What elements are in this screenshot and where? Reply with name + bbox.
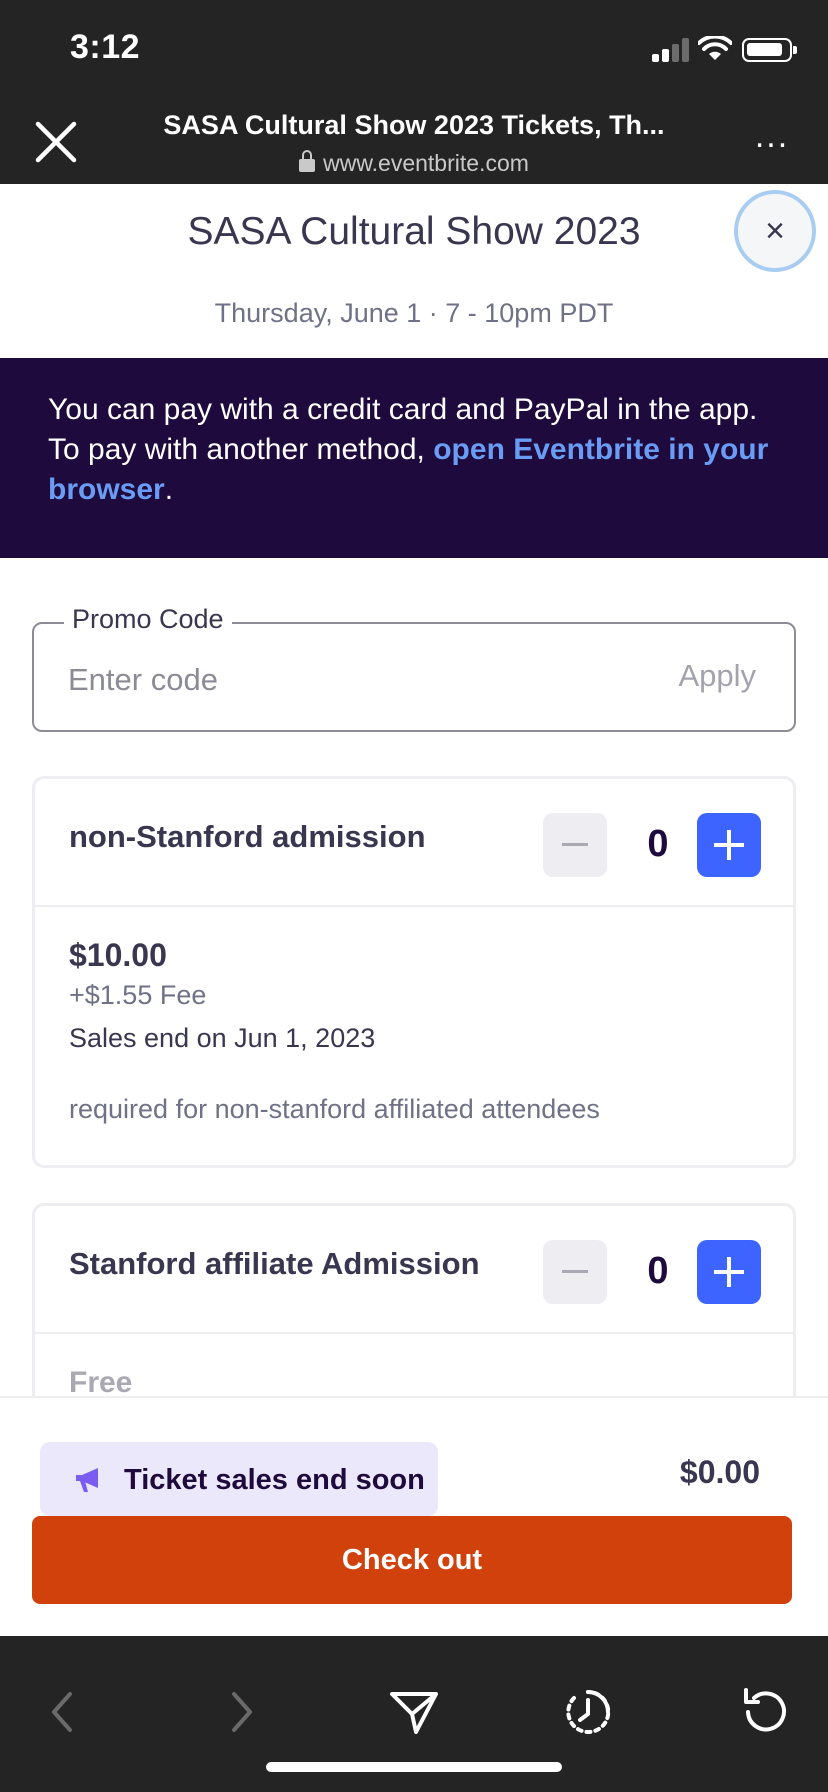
decrease-quantity-button[interactable] xyxy=(543,813,607,877)
ticket-header: Stanford affiliate Admission 0 xyxy=(35,1206,793,1334)
browser-header: SASA Cultural Show 2023 Tickets, Th... w… xyxy=(0,96,828,184)
more-options-button[interactable]: ... xyxy=(752,119,792,156)
event-title: SASA Cultural Show 2023 xyxy=(187,210,641,253)
share-send-icon[interactable] xyxy=(386,1684,442,1740)
ticket-name: non-Stanford admission xyxy=(69,819,426,854)
checkout-footer: Ticket sales end soon $0.00 Check out xyxy=(0,1396,828,1636)
increase-quantity-button[interactable] xyxy=(697,1240,761,1304)
back-arrow-icon[interactable] xyxy=(36,1684,92,1740)
notice-end: . xyxy=(164,473,174,506)
close-icon[interactable] xyxy=(32,118,80,166)
urgency-badge: Ticket sales end soon xyxy=(40,1442,438,1516)
ticket-name: Stanford affiliate Admission xyxy=(69,1246,480,1281)
ticket-header: non-Stanford admission 0 xyxy=(35,779,793,907)
status-bar: 3:12 xyxy=(0,0,828,96)
history-clock-icon[interactable] xyxy=(560,1684,616,1740)
ticket-fee: +$1.55 Fee xyxy=(69,980,207,1010)
apply-button[interactable]: Apply xyxy=(678,658,756,694)
status-time: 3:12 xyxy=(70,28,141,66)
promo-code-field: Promo Code Apply xyxy=(32,604,796,732)
home-indicator[interactable] xyxy=(266,1762,562,1772)
lock-icon xyxy=(299,150,316,172)
browser-page-title: SASA Cultural Show 2023 Tickets, Th... xyxy=(163,110,665,140)
megaphone-icon xyxy=(76,1468,98,1492)
promo-code-input[interactable] xyxy=(68,662,628,698)
battery-icon xyxy=(742,38,797,62)
ticket-price: Free xyxy=(69,1366,133,1399)
urgency-label: Ticket sales end soon xyxy=(124,1464,425,1496)
decrease-quantity-button[interactable] xyxy=(543,1240,607,1304)
order-total: $0.00 xyxy=(679,1454,760,1490)
ticket-details: $10.00 +$1.55 Fee Sales end on Jun 1, 20… xyxy=(35,907,793,1155)
wifi-icon xyxy=(698,36,732,60)
increase-quantity-button[interactable] xyxy=(697,813,761,877)
promo-code-label: Promo Code xyxy=(64,604,232,635)
cellular-signal-icon xyxy=(652,38,692,62)
sales-end-date: Sales end on Jun 1, 2023 xyxy=(69,1023,376,1053)
reload-icon[interactable] xyxy=(736,1684,792,1740)
forward-arrow-icon[interactable] xyxy=(212,1684,268,1740)
ticket-price: $10.00 xyxy=(69,937,167,973)
modal-close-button[interactable]: × xyxy=(734,190,816,272)
quantity-value: 0 xyxy=(647,823,669,865)
quantity-value: 0 xyxy=(647,1250,669,1292)
ticket-description: required for non-stanford affiliated att… xyxy=(69,1094,600,1124)
url-text: www.eventbrite.com xyxy=(323,150,529,176)
browser-url: www.eventbrite.com xyxy=(110,150,718,177)
payment-notice: You can pay with a credit card and PayPa… xyxy=(0,358,828,558)
checkout-button[interactable]: Check out xyxy=(32,1516,792,1604)
ticket-card: non-Stanford admission 0 $10.00 +$1.55 F… xyxy=(32,776,796,1168)
event-date: Thursday, June 1 · 7 - 10pm PDT xyxy=(214,298,614,328)
